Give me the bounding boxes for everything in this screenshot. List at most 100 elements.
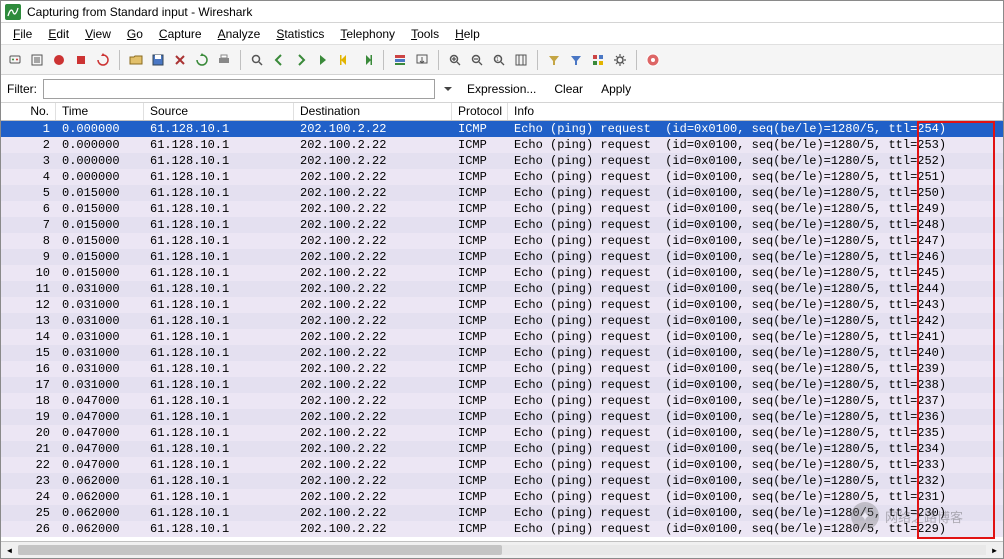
cell: ICMP (452, 345, 508, 361)
menu-telephony[interactable]: Telephony (332, 25, 403, 43)
column-header-no[interactable]: No. (1, 103, 56, 120)
menubar: FileEditViewGoCaptureAnalyzeStatisticsTe… (1, 23, 1003, 45)
menu-file[interactable]: File (5, 25, 40, 43)
filter-expression-button[interactable]: Expression... (461, 82, 542, 96)
column-header-destination[interactable]: Destination (294, 103, 452, 120)
scrollbar-thumb[interactable] (18, 545, 502, 555)
menu-analyze[interactable]: Analyze (210, 25, 269, 43)
filter-apply-button[interactable]: Apply (595, 82, 637, 96)
packet-row[interactable]: 200.04700061.128.10.1202.100.2.22ICMPEch… (1, 425, 1003, 441)
print-icon[interactable] (214, 50, 234, 70)
cell: Echo (ping) request (id=0x0100, seq(be/l… (508, 521, 1003, 537)
packet-row[interactable]: 150.03100061.128.10.1202.100.2.22ICMPEch… (1, 345, 1003, 361)
preferences-icon[interactable] (610, 50, 630, 70)
packet-row[interactable]: 120.03100061.128.10.1202.100.2.22ICMPEch… (1, 297, 1003, 313)
save-file-icon[interactable] (148, 50, 168, 70)
packet-row[interactable]: 40.00000061.128.10.1202.100.2.22ICMPEcho… (1, 169, 1003, 185)
interfaces-icon[interactable] (5, 50, 25, 70)
packet-row[interactable]: 230.06200061.128.10.1202.100.2.22ICMPEch… (1, 473, 1003, 489)
column-header-time[interactable]: Time (56, 103, 144, 120)
cell: 202.100.2.22 (294, 329, 452, 345)
capture-filter-icon[interactable] (544, 50, 564, 70)
packet-row[interactable]: 130.03100061.128.10.1202.100.2.22ICMPEch… (1, 313, 1003, 329)
column-header-source[interactable]: Source (144, 103, 294, 120)
menu-capture[interactable]: Capture (151, 25, 210, 43)
column-header-protocol[interactable]: Protocol (452, 103, 508, 120)
menu-view[interactable]: View (77, 25, 119, 43)
packet-row[interactable]: 170.03100061.128.10.1202.100.2.22ICMPEch… (1, 377, 1003, 393)
reload-icon[interactable] (192, 50, 212, 70)
cell: 26 (1, 521, 56, 537)
coloring-rules-icon[interactable] (588, 50, 608, 70)
display-filter-icon[interactable] (566, 50, 586, 70)
go-first-icon[interactable] (335, 50, 355, 70)
packet-row[interactable]: 60.01500061.128.10.1202.100.2.22ICMPEcho… (1, 201, 1003, 217)
cell: Echo (ping) request (id=0x0100, seq(be/l… (508, 361, 1003, 377)
auto-scroll-icon[interactable] (412, 50, 432, 70)
packet-row[interactable]: 20.00000061.128.10.1202.100.2.22ICMPEcho… (1, 137, 1003, 153)
cell: 0.000000 (56, 169, 144, 185)
packet-list-header: No.TimeSourceDestinationProtocolInfo (1, 103, 1003, 121)
menu-tools[interactable]: Tools (403, 25, 447, 43)
cell: Echo (ping) request (id=0x0100, seq(be/l… (508, 153, 1003, 169)
close-file-icon[interactable] (170, 50, 190, 70)
packet-row[interactable]: 90.01500061.128.10.1202.100.2.22ICMPEcho… (1, 249, 1003, 265)
packet-row[interactable]: 70.01500061.128.10.1202.100.2.22ICMPEcho… (1, 217, 1003, 233)
go-back-icon[interactable] (269, 50, 289, 70)
packet-row[interactable]: 220.04700061.128.10.1202.100.2.22ICMPEch… (1, 457, 1003, 473)
start-capture-icon[interactable] (49, 50, 69, 70)
restart-capture-icon[interactable] (93, 50, 113, 70)
menu-edit[interactable]: Edit (40, 25, 77, 43)
packet-row[interactable]: 140.03100061.128.10.1202.100.2.22ICMPEch… (1, 329, 1003, 345)
packet-row[interactable]: 250.06200061.128.10.1202.100.2.22ICMPEch… (1, 505, 1003, 521)
cell: 202.100.2.22 (294, 393, 452, 409)
options-icon[interactable] (27, 50, 47, 70)
zoom-out-icon[interactable] (467, 50, 487, 70)
packet-row[interactable]: 50.01500061.128.10.1202.100.2.22ICMPEcho… (1, 185, 1003, 201)
cell: 0.031000 (56, 281, 144, 297)
cell: 202.100.2.22 (294, 201, 452, 217)
packet-row[interactable]: 80.01500061.128.10.1202.100.2.22ICMPEcho… (1, 233, 1003, 249)
open-file-icon[interactable] (126, 50, 146, 70)
scroll-right-icon[interactable]: ▸ (986, 542, 1003, 559)
cell: 6 (1, 201, 56, 217)
packet-row[interactable]: 240.06200061.128.10.1202.100.2.22ICMPEch… (1, 489, 1003, 505)
resize-columns-icon[interactable] (511, 50, 531, 70)
packet-row[interactable]: 160.03100061.128.10.1202.100.2.22ICMPEch… (1, 361, 1003, 377)
cell: 24 (1, 489, 56, 505)
find-icon[interactable] (247, 50, 267, 70)
menu-statistics[interactable]: Statistics (268, 25, 332, 43)
cell: 0.047000 (56, 441, 144, 457)
menu-go[interactable]: Go (119, 25, 151, 43)
zoom-in-icon[interactable] (445, 50, 465, 70)
filter-dropdown-icon[interactable] (441, 79, 455, 99)
packet-row[interactable]: 10.00000061.128.10.1202.100.2.22ICMPEcho… (1, 121, 1003, 137)
horizontal-scrollbar[interactable]: ◂ ▸ (1, 541, 1003, 558)
packet-row[interactable]: 100.01500061.128.10.1202.100.2.22ICMPEch… (1, 265, 1003, 281)
colorize-icon[interactable] (390, 50, 410, 70)
cell: 14 (1, 329, 56, 345)
zoom-reset-icon[interactable]: 1 (489, 50, 509, 70)
cell: ICMP (452, 169, 508, 185)
go-forward-icon[interactable] (291, 50, 311, 70)
cell: Echo (ping) request (id=0x0100, seq(be/l… (508, 457, 1003, 473)
go-last-icon[interactable] (357, 50, 377, 70)
scroll-left-icon[interactable]: ◂ (1, 542, 18, 559)
stop-capture-icon[interactable] (71, 50, 91, 70)
go-to-icon[interactable] (313, 50, 333, 70)
packet-row[interactable]: 260.06200061.128.10.1202.100.2.22ICMPEch… (1, 521, 1003, 537)
packet-row[interactable]: 190.04700061.128.10.1202.100.2.22ICMPEch… (1, 409, 1003, 425)
filter-input[interactable] (43, 79, 435, 99)
cell: ICMP (452, 185, 508, 201)
column-header-info[interactable]: Info (508, 103, 1003, 120)
menu-help[interactable]: Help (447, 25, 488, 43)
cell: 202.100.2.22 (294, 409, 452, 425)
help-icon[interactable] (643, 50, 663, 70)
packet-row[interactable]: 210.04700061.128.10.1202.100.2.22ICMPEch… (1, 441, 1003, 457)
filter-clear-button[interactable]: Clear (548, 82, 589, 96)
packet-row[interactable]: 110.03100061.128.10.1202.100.2.22ICMPEch… (1, 281, 1003, 297)
cell: 0.015000 (56, 249, 144, 265)
packet-row[interactable]: 180.04700061.128.10.1202.100.2.22ICMPEch… (1, 393, 1003, 409)
packet-row[interactable]: 30.00000061.128.10.1202.100.2.22ICMPEcho… (1, 153, 1003, 169)
cell: 0.062000 (56, 505, 144, 521)
